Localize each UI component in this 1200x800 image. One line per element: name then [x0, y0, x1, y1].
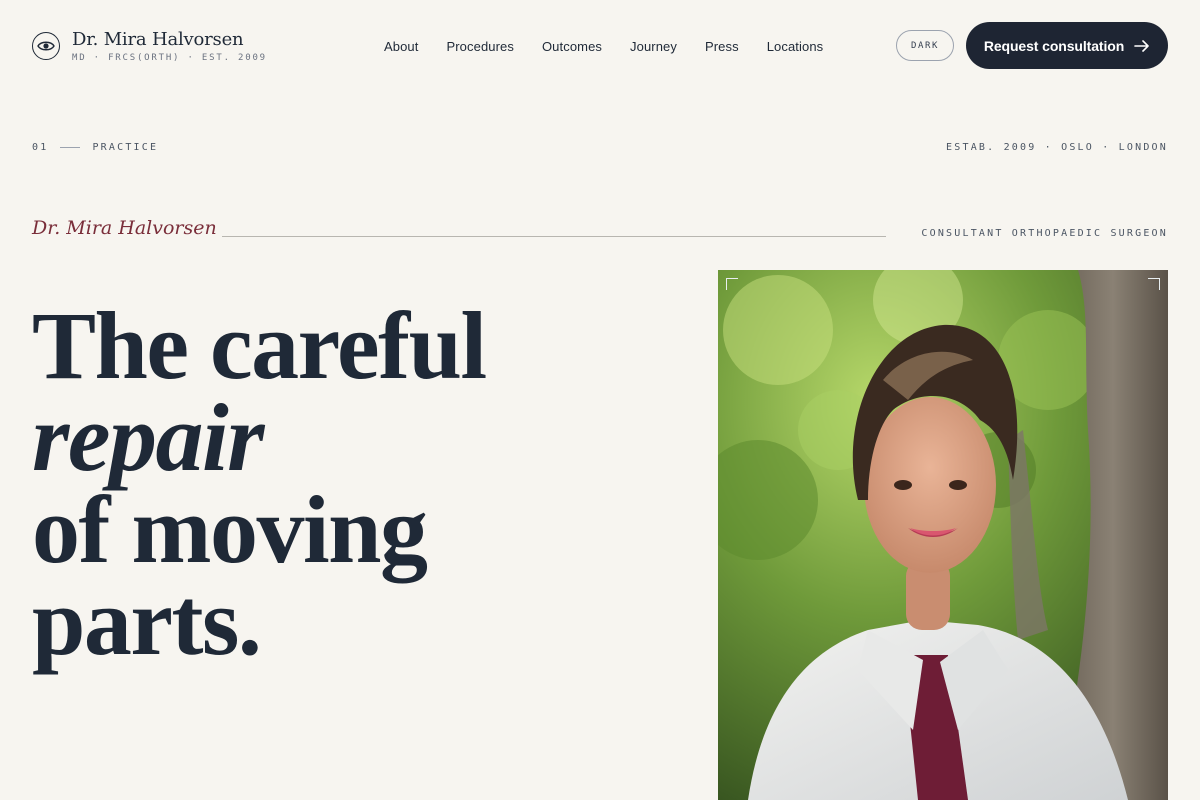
corner-bracket: [1148, 278, 1160, 290]
headline-line: parts.: [32, 568, 262, 675]
nav-outcomes[interactable]: Outcomes: [542, 39, 602, 54]
nav-locations[interactable]: Locations: [767, 39, 824, 54]
section-label: PRACTICE: [92, 142, 159, 153]
brand-credentials: MD · FRCS(ORTH) · EST. 2009: [72, 53, 267, 63]
site-header: Dr. Mira Halvorsen MD · FRCS(ORTH) · EST…: [0, 0, 1200, 92]
brand-name: Dr. Mira Halvorsen: [72, 29, 244, 50]
headline-line: The careful: [32, 292, 487, 399]
headline-emphasis: repair: [32, 384, 264, 491]
divider: [60, 147, 81, 148]
established-locations: ESTAB. 2009 · OSLO · LONDON: [946, 142, 1168, 153]
arrow-right-icon: [1134, 39, 1150, 52]
role-title: CONSULTANT ORTHOPAEDIC SURGEON: [921, 228, 1168, 239]
nav-press[interactable]: Press: [705, 39, 739, 54]
nav-about[interactable]: About: [384, 39, 418, 54]
cta-label: Request consultation: [983, 37, 1125, 54]
section-marker: 01 PRACTICE: [32, 142, 158, 153]
dark-mode-toggle[interactable]: DARK: [896, 30, 954, 61]
nav-procedures[interactable]: Procedures: [446, 39, 513, 54]
divider: [222, 236, 886, 237]
hero-headline: The careful repair of moving parts.: [32, 292, 487, 675]
main-nav: About Procedures Outcomes Journey Press …: [384, 39, 851, 54]
doctor-portrait: [718, 270, 1168, 800]
eye-icon: [32, 32, 60, 60]
signature-name: Dr. Mira Halvorsen: [32, 217, 217, 239]
brand-logo[interactable]: Dr. Mira Halvorsen MD · FRCS(ORTH) · EST…: [32, 30, 267, 63]
headline-line: of moving: [32, 476, 428, 583]
nav-journey[interactable]: Journey: [630, 39, 677, 54]
corner-bracket: [726, 278, 738, 290]
section-number: 01: [32, 142, 49, 153]
request-consultation-button[interactable]: Request consultation: [966, 22, 1168, 69]
